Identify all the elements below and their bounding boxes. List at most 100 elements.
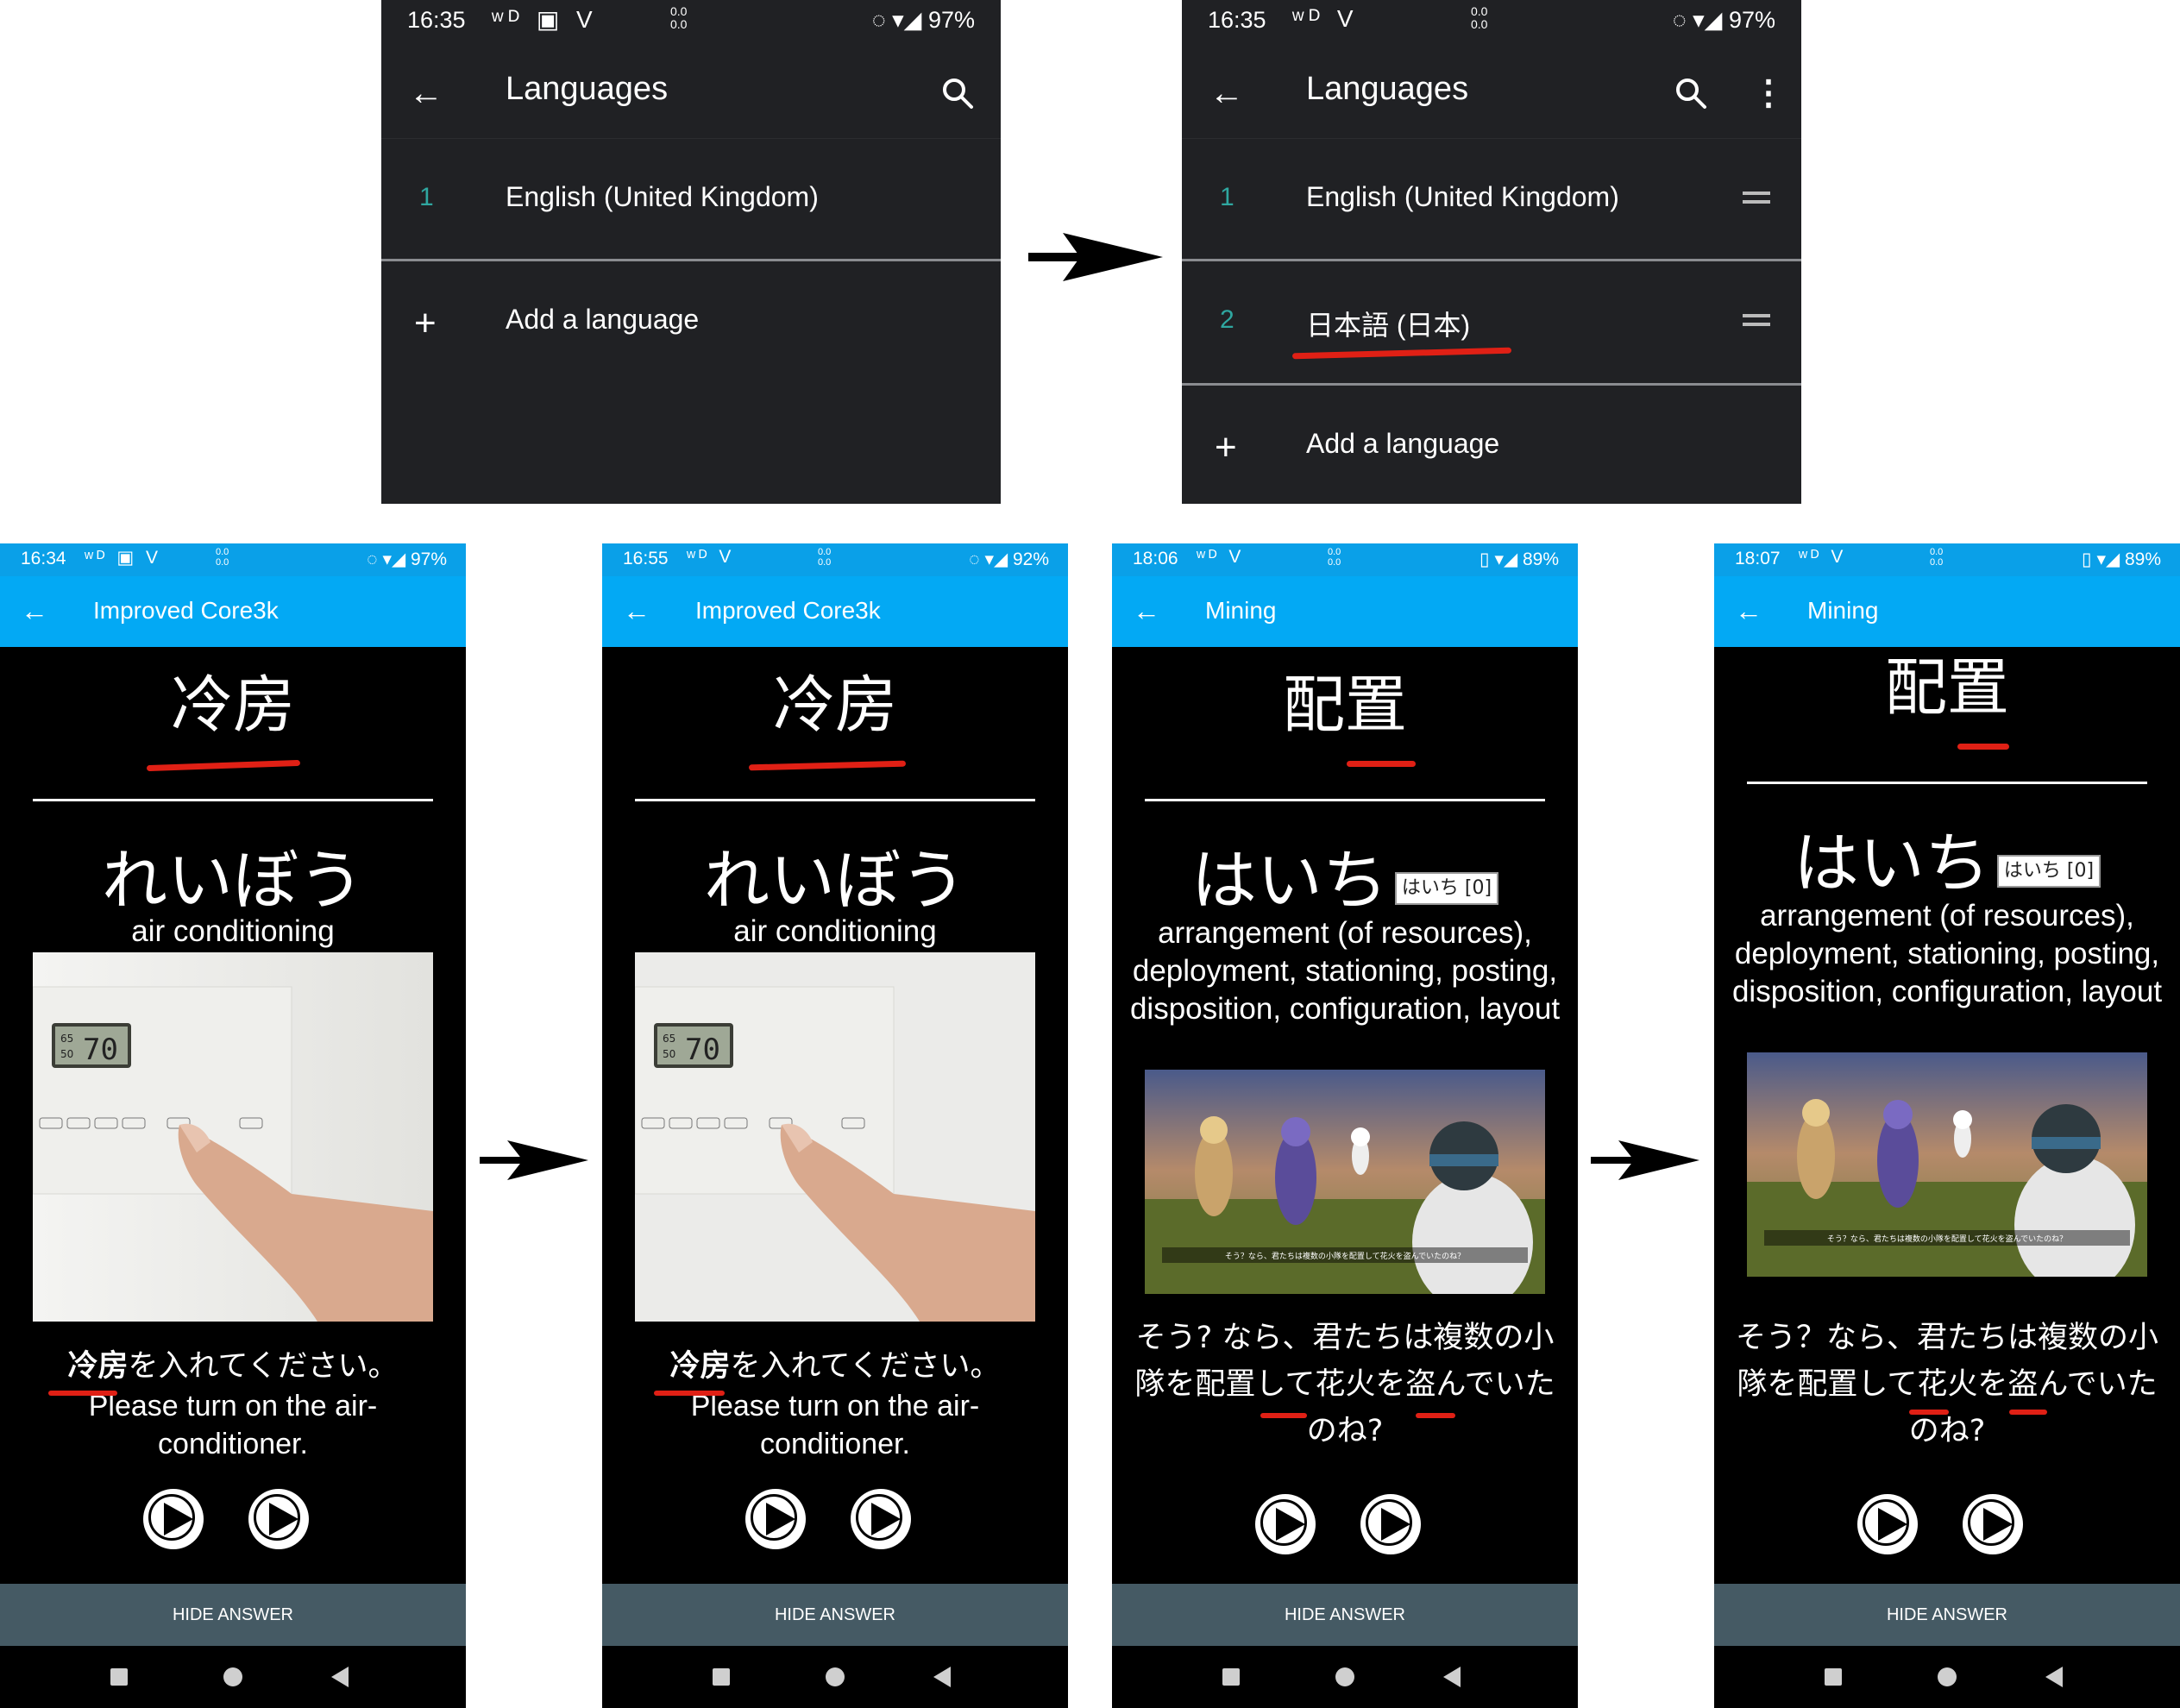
thermostat-picture: 65 50 70: [33, 952, 433, 1322]
back-arrow-icon[interactable]: ←: [1133, 593, 1160, 628]
battery-level: 89%: [2124, 549, 2161, 569]
sentence-rest: を入れてください。: [730, 1349, 1001, 1384]
status-time: 16:35: [1208, 7, 1266, 33]
status-right: ◌ ▾◢ 92%: [969, 549, 1049, 569]
net-down: 0.0: [1471, 17, 1488, 31]
drag-handle-icon[interactable]: [1743, 192, 1770, 204]
hide-answer-button[interactable]: HIDE ANSWER: [1714, 1584, 2180, 1646]
network-speed: 0.0 0.0: [818, 547, 831, 568]
play-icon[interactable]: [745, 1489, 806, 1549]
status-notification-icons: ʷᴰ V: [687, 547, 735, 567]
add-language-row[interactable]: + Add a language: [381, 262, 1001, 385]
annotation-underline: [748, 760, 907, 771]
plus-icon: +: [1215, 426, 1237, 468]
play-icon[interactable]: [143, 1489, 204, 1549]
divider: [1747, 782, 2147, 784]
back-arrow-icon[interactable]: ←: [1208, 74, 1246, 112]
language-label: English (United Kingdom): [506, 181, 819, 212]
system-nav-bar: [1112, 1646, 1578, 1708]
search-icon[interactable]: [939, 74, 977, 112]
app-bar: ← Improved Core3k: [602, 576, 1068, 647]
back-triangle-icon[interactable]: [2045, 1667, 2063, 1687]
annotation-underline: [1957, 744, 2009, 750]
net-down: 0.0: [1328, 557, 1341, 568]
language-row-2[interactable]: 2 日本語 (日本): [1182, 262, 1801, 385]
sentence-japanese: 冷房を入れてください。: [17, 1346, 449, 1387]
game-scene-picture: そう？なら、君たちは複数の小隊を配置して花火を盗んでいたのね？: [1747, 1052, 2147, 1277]
back-triangle-icon[interactable]: [1443, 1667, 1461, 1687]
status-time: 16:55: [623, 549, 669, 568]
home-icon[interactable]: [1938, 1667, 1957, 1686]
recents-icon[interactable]: [1222, 1668, 1240, 1686]
sentence-english: Please turn on the air-conditioner.: [88, 1390, 378, 1460]
right-arrow-icon: [480, 1140, 588, 1180]
net-down: 0.0: [1930, 557, 1944, 568]
card-term: 配置: [1884, 651, 2009, 724]
back-triangle-icon[interactable]: [933, 1667, 951, 1687]
add-language-label: Add a language: [1306, 428, 1500, 459]
thermostat-small-bottom: 50: [60, 1048, 73, 1060]
annotation-underline: [1909, 1410, 1949, 1415]
home-icon[interactable]: [223, 1667, 242, 1686]
play-icon[interactable]: [1857, 1494, 1918, 1554]
back-arrow-icon[interactable]: ←: [21, 593, 48, 628]
plus-icon: +: [414, 302, 437, 344]
hide-answer-button[interactable]: HIDE ANSWER: [602, 1584, 1068, 1646]
example-sentence: 冷房を入れてください。 Please turn on the air-condi…: [17, 1346, 449, 1463]
recents-icon[interactable]: [110, 1668, 128, 1686]
settings-languages-screen-before: 16:35 ʷᴰ ▣ V 0.0 0.0 ◌ ▾◢ 97% ← Languages…: [381, 0, 1001, 504]
back-arrow-icon[interactable]: ←: [407, 74, 445, 112]
hide-answer-button[interactable]: HIDE ANSWER: [1112, 1584, 1578, 1646]
card-meaning: arrangement (of resources), deployment, …: [1731, 899, 2163, 1008]
annotation-underline: [1347, 761, 1416, 767]
status-time: 18:06: [1133, 549, 1178, 568]
sentence-highlight: 冷房: [669, 1349, 731, 1384]
pitch-accent-badge: はいち [0]: [1394, 872, 1499, 905]
thermostat-picture: 65 50 70: [635, 952, 1035, 1322]
card-reading: れいぼう: [602, 842, 1068, 920]
play-icon[interactable]: [851, 1489, 911, 1549]
play-icon[interactable]: [1360, 1494, 1421, 1554]
flashcard-screen-3: 18:06 ʷᴰ V 0.0 0.0 ▯ ▾◢ 89% ← Mining 配置 は…: [1112, 543, 1578, 1708]
recents-icon[interactable]: [1825, 1668, 1842, 1686]
battery-level: 92%: [1012, 549, 1049, 569]
flashcard-screen-2: 16:55 ʷᴰ V 0.0 0.0 ◌ ▾◢ 92% ← Improved Co…: [602, 543, 1068, 1708]
status-bar: 16:35 ʷᴰ V 0.0 0.0 ◌ ▾◢ 97%: [1182, 0, 1801, 43]
hide-answer-button[interactable]: HIDE ANSWER: [0, 1584, 466, 1646]
app-bar: ← Mining: [1714, 576, 2180, 647]
recents-icon[interactable]: [713, 1668, 730, 1686]
status-notification-icons: ʷᴰ V: [1292, 5, 1359, 32]
drag-handle-icon[interactable]: [1743, 314, 1770, 326]
sentence-rest: を入れてください。: [128, 1349, 399, 1384]
sentence-highlight: 冷房: [67, 1349, 129, 1384]
home-icon[interactable]: [826, 1667, 845, 1686]
reading-text: はいち: [1793, 825, 1990, 901]
divider: [635, 799, 1035, 801]
sentence-japanese: そう? なら、君たちは複数の小隊を配置して花火を盗んでいたのね?: [1134, 1321, 1555, 1448]
annotation-underline: [2009, 1410, 2047, 1415]
back-arrow-icon[interactable]: ←: [623, 593, 650, 628]
status-right: ▯ ▾◢ 89%: [1480, 549, 1559, 569]
back-arrow-icon[interactable]: ←: [1735, 593, 1762, 628]
language-row-1[interactable]: 1 English (United Kingdom): [1182, 140, 1801, 262]
play-icon[interactable]: [1255, 1494, 1316, 1554]
card-content: 配置 はいち はいち [0] arrangement (of resources)…: [1714, 647, 2180, 1584]
deck-title: Mining: [1205, 597, 1277, 624]
network-speed: 0.0 0.0: [670, 5, 687, 31]
home-icon[interactable]: [1335, 1667, 1354, 1686]
annotation-underline: [48, 1391, 117, 1396]
add-language-row[interactable]: + Add a language: [1182, 386, 1801, 504]
back-triangle-icon[interactable]: [331, 1667, 349, 1687]
search-icon[interactable]: [1672, 74, 1710, 112]
sentence-japanese: そう？なら、君たちは複数の小隊を配置して花火を盗んでいたのね?: [1735, 1321, 2158, 1448]
card-content: 冷房 れいぼう air conditioning 65 50 70 冷房を入れて…: [0, 647, 466, 1584]
play-icon[interactable]: [1963, 1494, 2023, 1554]
deck-title: Mining: [1807, 597, 1879, 624]
card-term: 配置: [1282, 669, 1407, 741]
play-icon[interactable]: [248, 1489, 309, 1549]
picture-caption: そう？なら、君たちは複数の小隊を配置して花火を盗んでいたのね？: [1827, 1234, 2067, 1244]
status-bar: 18:07 ʷᴰ V 0.0 0.0 ▯ ▾◢ 89%: [1714, 543, 2180, 576]
more-vert-icon[interactable]: ⋮: [1751, 74, 1786, 112]
net-up: 0.0: [818, 547, 832, 557]
language-row-1[interactable]: 1 English (United Kingdom): [381, 140, 1001, 262]
